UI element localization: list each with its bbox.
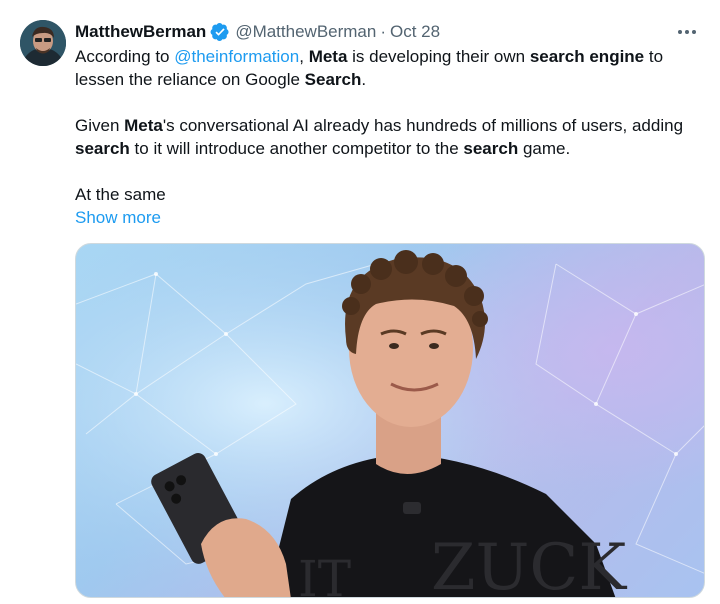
bold-text: search: [463, 139, 519, 158]
bold-text: search: [75, 139, 130, 158]
tweet: MatthewBerman @MatthewBerman · Oct 28 Ac…: [0, 0, 720, 604]
verified-badge-icon: [210, 22, 230, 42]
bold-text: Search: [304, 70, 362, 89]
tweet-paragraph-2: Given Meta's conversational AI already h…: [75, 114, 705, 160]
show-more-link[interactable]: Show more: [75, 206, 161, 229]
avatar-image: [20, 20, 66, 66]
text-segment: According to: [75, 47, 175, 66]
text-segment: ,: [299, 47, 309, 66]
text-segment: Given: [75, 116, 125, 135]
text-segment: .: [361, 70, 367, 89]
author-handle[interactable]: @MatthewBerman: [235, 21, 376, 43]
avatar[interactable]: [20, 20, 66, 66]
bold-text: Meta: [124, 116, 163, 135]
tweet-text: According to @theinformation, Meta is de…: [75, 45, 705, 229]
text-segment: is developing their own: [347, 47, 530, 66]
bold-text: search engine: [529, 47, 645, 66]
more-options-icon[interactable]: [674, 22, 700, 42]
text-segment: to it will introduce another competitor …: [129, 139, 464, 158]
photo-illustration: ZUCK IT: [76, 244, 704, 598]
header-separator: ·: [380, 22, 387, 41]
tweet-date[interactable]: Oct 28: [390, 21, 440, 43]
bold-text: Meta: [308, 47, 348, 66]
mention-link[interactable]: @theinformation: [174, 47, 299, 66]
author-name[interactable]: MatthewBerman: [75, 21, 206, 43]
tweet-media-image[interactable]: ZUCK IT: [75, 243, 705, 598]
text-segment: 's conversational AI already has hundred…: [162, 116, 684, 135]
tweet-paragraph-3: At the same: [75, 185, 166, 204]
tweet-paragraph-1: According to @theinformation, Meta is de…: [75, 45, 705, 91]
tweet-header: MatthewBerman @MatthewBerman · Oct 28: [75, 21, 440, 43]
shirt-lettering: ZUCK: [431, 531, 627, 598]
shirt-lettering-left: IT: [298, 550, 351, 598]
text-segment: game.: [518, 139, 571, 158]
